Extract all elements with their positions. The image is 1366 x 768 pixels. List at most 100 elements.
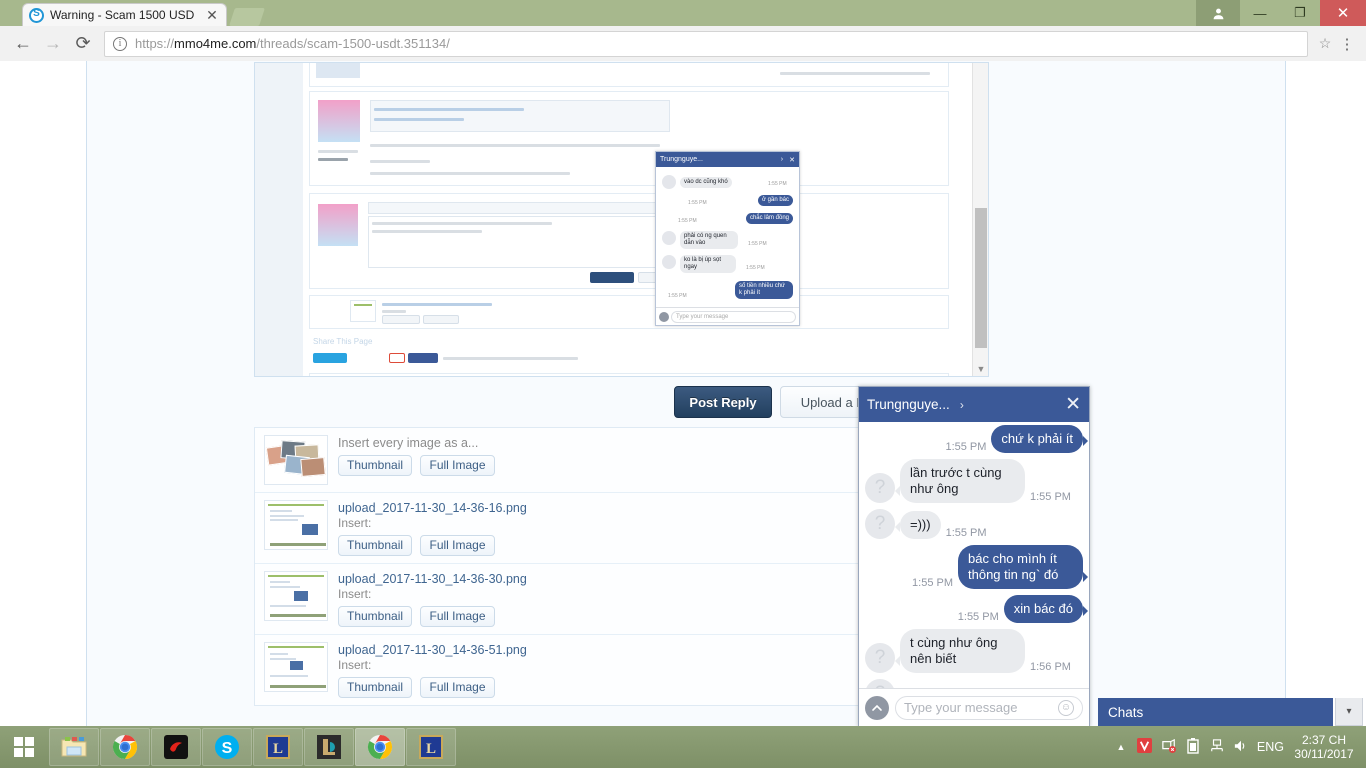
svg-text:L: L xyxy=(426,741,436,757)
embedded-screenshot-preview[interactable]: Share This Page Trungnguye... › ✕ vào dc… xyxy=(254,62,989,377)
chat-input-placeholder: Type your message xyxy=(904,700,1018,715)
nested-collapse-icon[interactable] xyxy=(659,311,669,322)
attachment-thumbnail[interactable] xyxy=(264,642,328,692)
nested-fullimage-button[interactable] xyxy=(423,315,459,324)
nested-chat-header[interactable]: Trungnguye... › ✕ xyxy=(656,152,799,167)
nested-chat-timestamp: 1:55 PM xyxy=(746,265,765,271)
nested-gplus-button[interactable] xyxy=(389,353,405,363)
chevron-down-icon[interactable]: ▾ xyxy=(1335,698,1363,726)
nested-chat-timestamp: 1:55 PM xyxy=(768,181,787,187)
taskbar-item-garena[interactable] xyxy=(151,728,201,766)
nested-avatar-icon xyxy=(662,175,676,189)
url-scheme: https:// xyxy=(135,36,175,51)
nested-chat-timestamp: 1:55 PM xyxy=(688,200,707,206)
chat-popup[interactable]: Trungnguye... › ✕ 1:55 PM chứ k phải ít … xyxy=(858,386,1090,727)
close-icon[interactable]: ✕ xyxy=(204,7,220,23)
start-button[interactable] xyxy=(0,726,48,768)
chat-bubble: t cùng như ông nên biết xyxy=(895,629,1025,673)
chat-message: 1:55 PM bác cho mình ít thông tin ng` đó xyxy=(859,542,1089,592)
thumbnail-button[interactable]: Thumbnail xyxy=(338,455,413,476)
full-image-button[interactable]: Full Image xyxy=(420,535,495,556)
full-image-button[interactable]: Full Image xyxy=(420,455,495,476)
chat-message: ? lần trước t cùng như ông 1:55 PM xyxy=(859,456,1089,506)
url-domain: mmo4me.com xyxy=(174,36,257,51)
embedded-preview-scrollbar[interactable]: ▼ xyxy=(972,63,988,376)
chat-timestamp: 1:56 PM xyxy=(1030,661,1071,673)
nested-chat-bubble: ở gần bác xyxy=(758,195,793,206)
clock-time: 2:37 CH xyxy=(1301,733,1347,747)
taskbar-item-league-client[interactable] xyxy=(304,728,354,766)
taskbar-item-skype[interactable]: S xyxy=(202,728,252,766)
chat-message-input[interactable]: Type your message ☺ xyxy=(895,695,1083,720)
chat-message: 1:55 PM xin bác đó xyxy=(859,592,1089,626)
bookmark-star-icon[interactable]: ☆ xyxy=(1314,35,1336,52)
lol-dark-icon xyxy=(317,735,341,759)
attachment-thumbnail[interactable] xyxy=(264,571,328,621)
nested-chat-bubble: số tiền nhiều chứ k phải ít xyxy=(735,281,793,299)
battery-icon[interactable] xyxy=(1181,737,1205,757)
skype-icon: S xyxy=(215,735,239,759)
user-avatar-icon[interactable] xyxy=(1196,0,1240,26)
collapse-up-icon[interactable] xyxy=(865,695,889,720)
nested-tweet-button[interactable] xyxy=(313,353,347,363)
chrome-menu-icon[interactable]: ⋮ xyxy=(1336,35,1358,53)
reload-icon[interactable]: ⟳ xyxy=(68,31,98,57)
taskbar-item-league-of-legends-2[interactable]: L xyxy=(406,728,456,766)
attachment-thumbnail-photo-stack[interactable] xyxy=(264,435,328,485)
post-reply-button[interactable]: Post Reply xyxy=(674,386,772,418)
full-image-button[interactable]: Full Image xyxy=(420,606,495,627)
maximize-icon[interactable]: ❐ xyxy=(1280,0,1320,26)
nested-post-reply-button[interactable] xyxy=(590,272,634,283)
chats-dock-bar[interactable]: Chats xyxy=(1098,698,1333,726)
chat-message-list[interactable]: 1:55 PM chứ k phải ít ? lần trước t cùng… xyxy=(859,422,1089,688)
language-indicator[interactable]: ENG xyxy=(1257,740,1284,754)
nested-text-line xyxy=(372,230,482,233)
nested-thumbnail-button[interactable] xyxy=(382,315,420,324)
folder-icon xyxy=(61,737,87,757)
close-icon[interactable]: ✕ xyxy=(1065,395,1081,414)
scrollbar-thumb[interactable] xyxy=(975,208,987,348)
attachment-thumbnail[interactable] xyxy=(264,500,328,550)
svg-text:S: S xyxy=(222,740,233,757)
close-window-icon[interactable]: ✕ xyxy=(1320,0,1366,26)
address-bar[interactable]: i https://mmo4me.com/threads/scam-1500-u… xyxy=(104,30,1308,57)
chrome-icon xyxy=(367,735,393,759)
svg-text:L: L xyxy=(273,741,283,757)
minimize-icon[interactable]: — xyxy=(1240,0,1280,26)
taskbar-item-chrome[interactable] xyxy=(100,728,150,766)
volume-icon[interactable] xyxy=(1229,739,1253,756)
thumbnail-button[interactable]: Thumbnail xyxy=(338,535,413,556)
chevron-down-icon[interactable]: ▼ xyxy=(973,364,988,374)
screenshot-thumb-icon xyxy=(268,504,326,546)
thumbnail-button[interactable]: Thumbnail xyxy=(338,677,413,698)
chat-bubble: bác cho mình ít thông tin ng` đó xyxy=(958,545,1088,589)
clock[interactable]: 2:37 CH 30/11/2017 xyxy=(1290,733,1358,761)
emoji-icon[interactable]: ☺ xyxy=(1058,699,1074,716)
lol-icon: L xyxy=(419,735,443,759)
taskbar-item-league-of-legends[interactable]: L xyxy=(253,728,303,766)
nested-like-button[interactable] xyxy=(408,353,438,363)
nested-editor-toolbar[interactable] xyxy=(368,202,688,214)
network-error-icon[interactable] xyxy=(1157,738,1181,756)
reply-actions: Post Reply Upload a File xyxy=(87,386,1285,422)
nested-chat-input[interactable]: Type your message xyxy=(671,310,796,323)
network-icon[interactable] xyxy=(1205,738,1229,756)
chat-header[interactable]: Trungnguye... › ✕ xyxy=(859,387,1089,422)
nested-post xyxy=(309,63,949,87)
taskbar-item-file-explorer[interactable] xyxy=(49,728,99,766)
taskbar-item-chrome-2[interactable] xyxy=(355,728,405,766)
nested-chat-close-icon[interactable]: ✕ xyxy=(789,156,795,164)
chevron-right-icon[interactable]: › xyxy=(960,398,1065,412)
nested-chat-chevron-icon[interactable]: › xyxy=(781,156,783,163)
thumbnail-button[interactable]: Thumbnail xyxy=(338,606,413,627)
nested-chat-popup[interactable]: Trungnguye... › ✕ vào dc cũng khó 1:55 P… xyxy=(655,151,800,326)
nested-thumbnail xyxy=(350,300,376,322)
back-icon[interactable]: ← xyxy=(8,31,38,57)
show-hidden-icons[interactable]: ▲ xyxy=(1109,742,1133,752)
full-image-button[interactable]: Full Image xyxy=(420,677,495,698)
browser-tab[interactable]: Warning - Scam 1500 USD ✕ xyxy=(22,3,227,26)
nested-chat-bubble: chắc lâm đồng xyxy=(745,213,793,224)
antivirus-icon[interactable] xyxy=(1133,738,1157,756)
site-info-icon[interactable]: i xyxy=(113,36,127,51)
new-tab-button[interactable] xyxy=(229,8,265,26)
